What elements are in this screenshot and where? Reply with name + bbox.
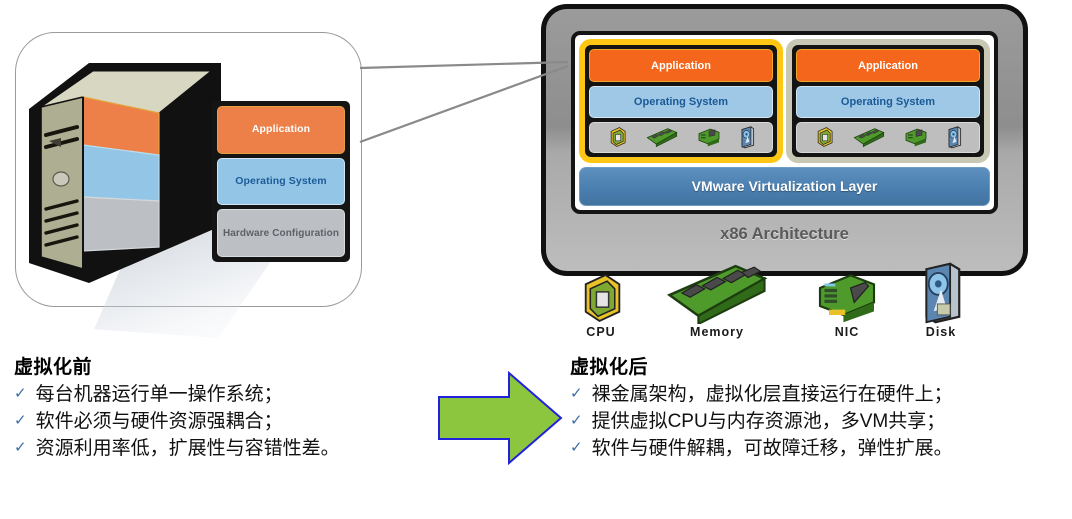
before-virtualization-text: 虚拟化前 ✓ 每台机器运行单一操作系统； ✓ 软件必须与硬件资源强耦合； ✓ 资… — [14, 352, 434, 463]
vm2-virtual-hardware-layer — [796, 122, 980, 153]
disk-icon — [741, 126, 754, 149]
nic-icon — [818, 274, 876, 323]
memory-icon — [853, 128, 885, 148]
before-bullet-3-text: 资源利用率低，扩展性与容错性差。 — [35, 437, 340, 459]
left-hardware-configuration-layer: Hardware Configuration — [217, 209, 345, 258]
left-application-label: Application — [251, 123, 311, 136]
disk-icon — [925, 262, 961, 324]
after-bullet-2-text: 提供虚拟CPU与内存资源池，多VM共享； — [591, 410, 946, 432]
before-bullet-3: ✓ 资源利用率低，扩展性与容错性差。 — [14, 436, 434, 463]
before-bullet-1: ✓ 每台机器运行单一操作系统； — [14, 382, 434, 409]
hardware-memory: Memory — [658, 262, 776, 339]
check-icon: ✓ — [570, 385, 583, 402]
virtual-machine-1[interactable]: Application Operating System — [579, 39, 783, 163]
before-bullet-2-text: 软件必须与硬件资源强耦合； — [35, 410, 283, 432]
hardware-disk: Disk — [920, 262, 962, 339]
memory-icon — [646, 128, 678, 148]
hardware-cpu-label: CPU — [586, 325, 616, 339]
vm1-operating-system-layer: Operating System — [589, 86, 773, 118]
check-icon: ✓ — [570, 438, 583, 456]
memory-icon — [666, 264, 768, 324]
after-virtualization-panel: Application Operating System Application… — [541, 4, 1028, 276]
check-icon: ✓ — [14, 385, 27, 402]
virtual-machines-row: Application Operating System Application… — [579, 39, 990, 163]
after-bullet-3-text: 软件与硬件解耦，可故障迁移，弹性扩展。 — [591, 437, 953, 459]
vm2-application-layer: Application — [796, 49, 980, 82]
hardware-memory-label: Memory — [690, 325, 744, 339]
vm2-operating-system-layer: Operating System — [796, 86, 980, 118]
vm1-virtual-hardware-layer — [589, 122, 773, 153]
before-bullet-1-text: 每台机器运行单一操作系统； — [35, 384, 283, 405]
check-icon: ✓ — [14, 411, 27, 429]
cpu-icon — [817, 127, 832, 148]
x86-architecture-label: x86 Architecture — [720, 225, 849, 243]
check-icon: ✓ — [14, 438, 27, 456]
diagram-canvas: Application Operating System Hardware Co… — [0, 0, 1072, 519]
hardware-nic: NIC — [810, 270, 884, 339]
vm1-application-label: Application — [651, 59, 711, 72]
vmware-layer-label: VMware Virtualization Layer — [691, 178, 878, 195]
after-bullet-2: ✓ 提供虚拟CPU与内存资源池，多VM共享； — [570, 409, 1070, 436]
before-virtualization-panel: Application Operating System Hardware Co… — [15, 32, 362, 338]
after-virtualization-text: 虚拟化后 ✓ 裸金属架构，虚拟化层直接运行在硬件上； ✓ 提供虚拟CPU与内存资… — [570, 352, 1070, 463]
cpu-icon — [610, 127, 625, 148]
physical-server-icon — [29, 63, 221, 283]
nic-icon — [905, 129, 926, 147]
after-title: 虚拟化后 — [570, 357, 649, 378]
before-title: 虚拟化前 — [14, 357, 93, 378]
hardware-cpu: CPU — [578, 272, 624, 339]
hardware-nic-label: NIC — [834, 325, 860, 339]
after-bullet-3: ✓ 软件与硬件解耦，可故障迁移，弹性扩展。 — [570, 436, 1070, 463]
vm2-application-label: Application — [858, 59, 918, 72]
vm2-operating-system-label: Operating System — [840, 96, 936, 108]
nic-icon — [698, 129, 719, 147]
physical-hardware-row: CPU Memory NIC Disk — [560, 262, 980, 339]
chassis-inner-frame: Application Operating System Application… — [571, 31, 998, 214]
left-hardware-configuration-label: Hardware Configuration — [222, 227, 340, 239]
transition-arrow — [438, 371, 563, 465]
disk-icon — [948, 126, 961, 149]
left-operating-system-layer: Operating System — [217, 157, 345, 206]
hardware-disk-label: Disk — [925, 325, 957, 339]
left-application-layer: Application — [217, 106, 345, 154]
after-bullet-1: ✓ 裸金属架构，虚拟化层直接运行在硬件上； — [570, 382, 1070, 409]
before-bullet-2: ✓ 软件必须与硬件资源强耦合； — [14, 409, 434, 436]
vmware-virtualization-layer: VMware Virtualization Layer — [579, 166, 990, 206]
left-layer-stack: Application Operating System Hardware Co… — [212, 101, 350, 262]
virtual-machine-2[interactable]: Application Operating System — [786, 39, 990, 163]
after-bullet-1-text: 裸金属架构，虚拟化层直接运行在硬件上； — [591, 384, 953, 405]
check-icon: ✓ — [570, 411, 583, 429]
vm1-operating-system-label: Operating System — [633, 96, 729, 108]
left-operating-system-label: Operating System — [235, 174, 327, 187]
cpu-icon — [584, 274, 621, 322]
vm1-application-layer: Application — [589, 49, 773, 82]
